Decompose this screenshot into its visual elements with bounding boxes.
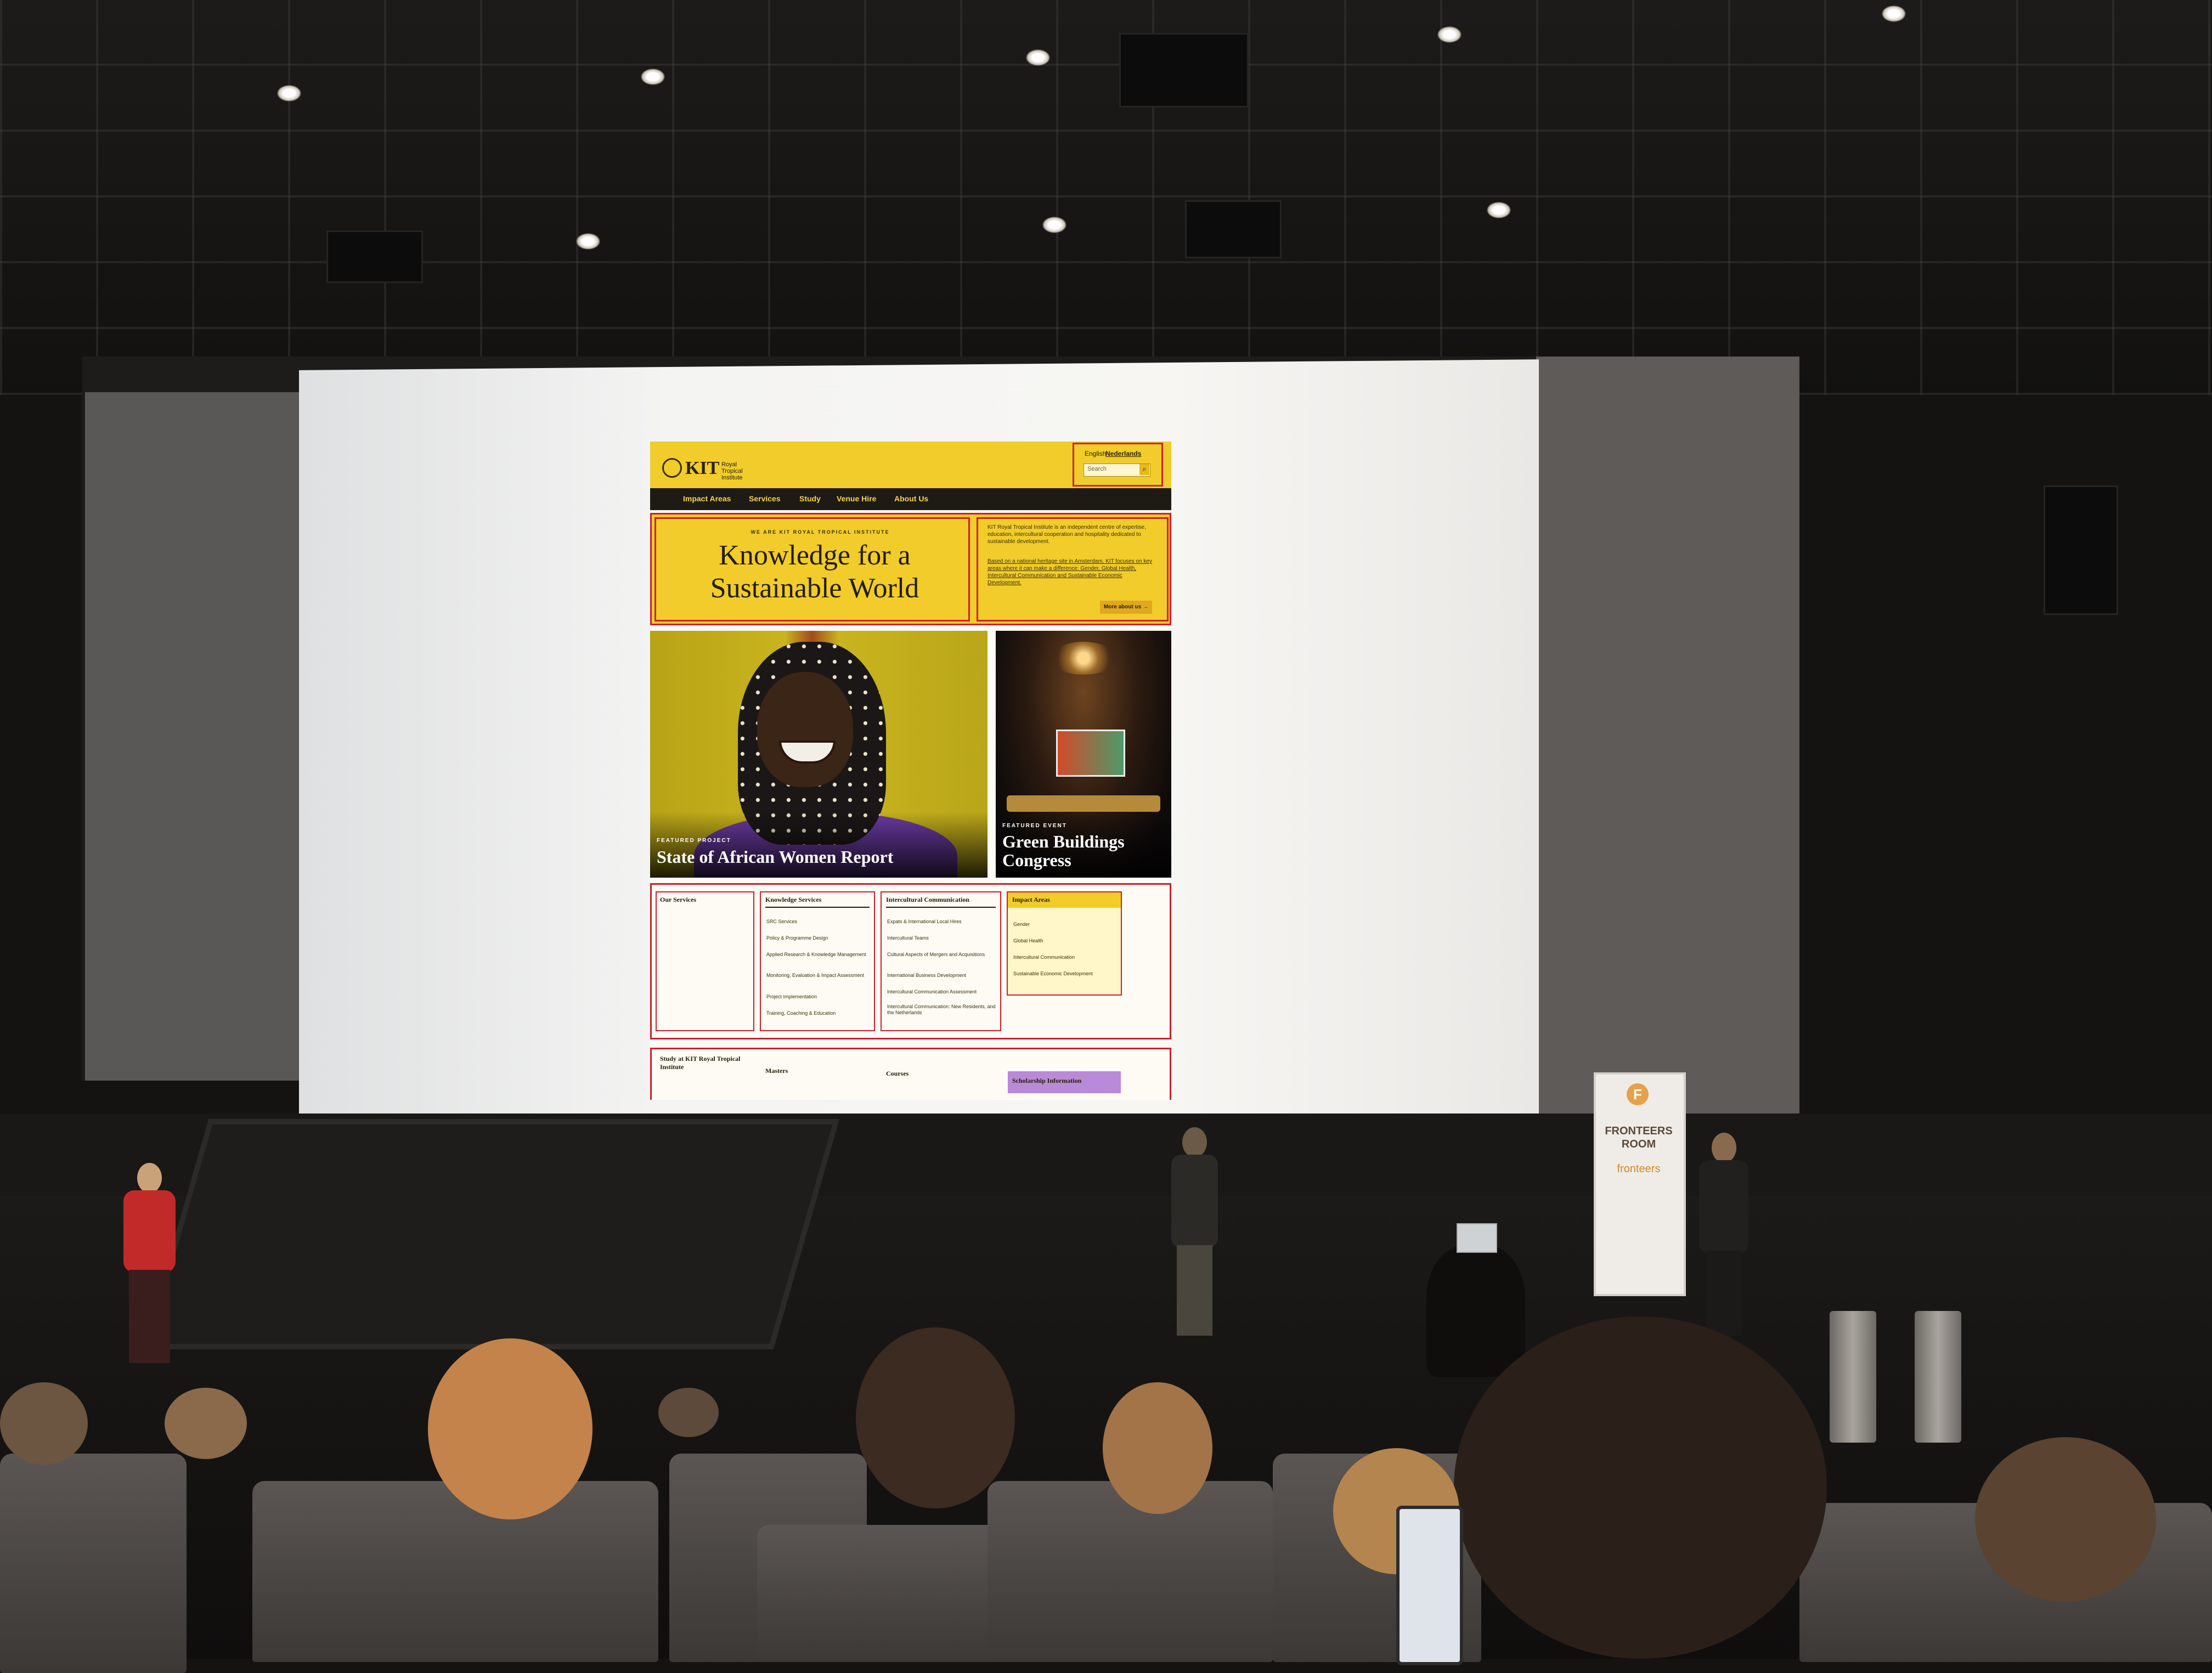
nav-venue-hire[interactable]: Venue Hire <box>837 494 876 503</box>
wall-speaker <box>2044 485 2118 615</box>
audience-head <box>1975 1437 2156 1602</box>
search-icon[interactable]: ⌕ <box>1139 464 1149 475</box>
featured-event-label: FEATURED EVENT <box>1002 823 1067 829</box>
theater-seat <box>988 1481 1273 1662</box>
services-heading: Our Services <box>660 896 697 903</box>
speaker-on-stage <box>1163 1127 1223 1336</box>
nav-study[interactable]: Study <box>799 494 821 503</box>
ceiling-spotlight <box>277 85 301 101</box>
sign-language-interpreter <box>118 1163 178 1366</box>
search-placeholder: Search <box>1087 466 1107 472</box>
service-link[interactable]: International Business Development <box>887 973 997 979</box>
staff-member <box>1692 1133 1753 1336</box>
trash-bin <box>1915 1311 1961 1443</box>
hero-title: Knowledge for a Sustainable World <box>710 540 919 604</box>
service-link[interactable]: Policy & Programme Design <box>766 935 871 941</box>
nav-services[interactable]: Services <box>749 494 781 503</box>
woman-face <box>757 672 853 787</box>
site-logo[interactable]: KIT <box>685 458 719 479</box>
divider <box>886 907 996 908</box>
theater-seat <box>0 1454 187 1673</box>
study-column-title[interactable]: Masters <box>765 1067 788 1075</box>
fronteers-banner <box>1594 1072 1686 1296</box>
service-link[interactable]: Training, Coaching & Education <box>766 1010 871 1016</box>
service-link[interactable]: Intercultural Communication Assessment <box>887 989 997 995</box>
impact-areas-title[interactable]: Impact Areas <box>1012 896 1050 904</box>
cocktail-table <box>1426 1245 1525 1377</box>
laptop <box>1457 1223 1497 1253</box>
theater-seat <box>252 1481 658 1662</box>
ceiling-spotlight <box>1487 202 1511 218</box>
impact-area-link[interactable]: Gender <box>1013 922 1118 928</box>
impact-area-link[interactable]: Intercultural Communication <box>1013 954 1118 960</box>
chandelier <box>1051 642 1116 675</box>
ceiling-speaker <box>1185 200 1282 258</box>
divider <box>765 907 870 908</box>
audience-head <box>1454 1316 1827 1659</box>
ceiling-spotlight <box>1882 5 1906 22</box>
service-link[interactable]: Project Implementation <box>766 994 871 1000</box>
ceiling-spotlight <box>1042 217 1066 233</box>
impact-area-link[interactable]: Sustainable Economic Development <box>1013 971 1118 977</box>
site-logo-subtitle: Royal Tropical Institute <box>721 461 743 481</box>
service-link[interactable]: Intercultural Communication: New Residen… <box>887 1004 997 1016</box>
kit-logo-icon[interactable] <box>662 458 682 478</box>
nav-impact-areas[interactable]: Impact Areas <box>683 494 731 503</box>
ceiling-speaker <box>326 230 423 283</box>
banner-brand: fronteers <box>1617 1163 1661 1175</box>
study-heading: Study at KIT Royal Tropical Institute <box>660 1055 741 1071</box>
ceiling-spotlight <box>1026 49 1050 66</box>
featured-project-card[interactable]: FEATURED PROJECT State of African Women … <box>650 631 988 878</box>
ceiling-spotlight <box>1437 26 1462 43</box>
more-about-us-button[interactable]: More about us → <box>1100 601 1152 614</box>
laptop-screen <box>1396 1506 1463 1665</box>
ceiling-spotlight <box>576 233 600 250</box>
services-column-title[interactable]: Knowledge Services <box>765 896 821 904</box>
featured-project-title[interactable]: State of African Women Report <box>657 847 893 866</box>
trash-bin <box>1830 1311 1876 1443</box>
nav-about-us[interactable]: About Us <box>894 494 928 503</box>
audience-head <box>0 1382 88 1465</box>
services-heading-box <box>656 891 754 1031</box>
language-dutch-link[interactable]: Nederlands <box>1105 450 1141 457</box>
stage-platform <box>142 1119 840 1349</box>
service-link[interactable]: Applied Research & Knowledge Management <box>766 952 871 958</box>
service-link[interactable]: Expats & International Local Hires <box>887 919 997 925</box>
service-link[interactable]: SRC Services <box>766 919 871 925</box>
hero-eyebrow: WE ARE KIT ROYAL TROPICAL INSTITUTE <box>751 529 890 535</box>
services-column-title[interactable]: Intercultural Communication <box>886 896 969 904</box>
audience-head <box>1103 1382 1212 1514</box>
impact-area-link[interactable]: Global Health <box>1013 938 1118 944</box>
screen-left-edge <box>85 392 310 1081</box>
audience-head <box>856 1327 1015 1508</box>
audience-head <box>165 1388 247 1459</box>
featured-event-card[interactable]: FEATURED EVENT Green Buildings Congress <box>996 631 1171 878</box>
service-link[interactable]: Monitoring, Evaluation & Impact Assessme… <box>766 973 871 979</box>
service-link[interactable]: Cultural Aspects of Mergers and Acquisit… <box>887 952 997 958</box>
fronteers-logo: F <box>1627 1083 1649 1105</box>
ceiling <box>0 0 2212 395</box>
study-column-title[interactable]: Courses <box>886 1070 909 1078</box>
projected-website: KIT Royal Tropical Institute English Ned… <box>650 442 1171 1100</box>
event-stage <box>1007 795 1160 812</box>
audience-head <box>428 1338 592 1519</box>
featured-project-label: FEATURED PROJECT <box>657 838 731 844</box>
event-stage-screen <box>1056 730 1125 777</box>
caption-gradient <box>650 812 988 878</box>
language-english-link[interactable]: English <box>1085 450 1106 457</box>
ceiling-speaker <box>1119 33 1249 108</box>
screen-right-edge <box>1536 357 1799 1127</box>
ceiling-spotlight <box>641 69 665 85</box>
hero-intro-text-links[interactable]: Based on a national heritage site in Ams… <box>988 558 1158 586</box>
audience-head <box>658 1388 719 1437</box>
banner-title: FRONTEERS ROOM <box>1605 1125 1673 1150</box>
featured-event-title[interactable]: Green Buildings Congress <box>1002 832 1161 869</box>
service-link[interactable]: Intercultural Teams <box>887 935 997 941</box>
hero-intro-text: KIT Royal Tropical Institute is an indep… <box>988 524 1146 545</box>
study-column-title[interactable]: Scholarship Information <box>1012 1077 1081 1085</box>
